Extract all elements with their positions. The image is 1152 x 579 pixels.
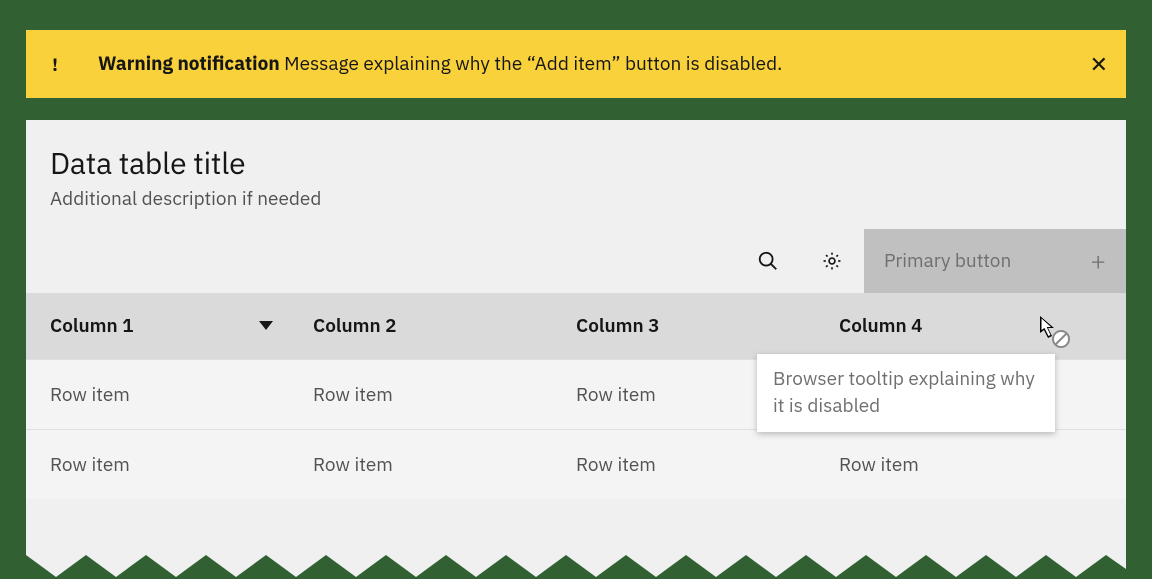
- column-header-1[interactable]: Column 1: [50, 314, 313, 338]
- column-header-label: Column 4: [839, 314, 923, 338]
- page-title: Data table title: [50, 144, 1102, 183]
- column-header-label: Column 3: [576, 314, 660, 338]
- table-row: Row item Row item Row item Row item: [26, 429, 1126, 499]
- gear-icon[interactable]: [800, 229, 864, 293]
- data-table-panel: Data table title Additional description …: [26, 120, 1126, 579]
- primary-button-label: Primary button: [884, 249, 1011, 273]
- plus-icon: +: [1090, 244, 1106, 278]
- table-cell: Row item: [313, 383, 576, 407]
- close-icon[interactable]: ✕: [1090, 50, 1108, 79]
- warning-text: Message explaining why the “Add item” bu…: [284, 52, 782, 76]
- table-header-row: Column 1 Column 2 Column 3 Column 4: [26, 293, 1126, 359]
- table-cell: Row item: [50, 453, 313, 477]
- caret-down-icon: [259, 321, 273, 331]
- table-cell: Row item: [839, 453, 1102, 477]
- primary-button[interactable]: Primary button +: [864, 229, 1126, 293]
- column-header-label: Column 2: [313, 314, 397, 338]
- search-icon[interactable]: [736, 229, 800, 293]
- table-cell: Row item: [50, 383, 313, 407]
- warning-notification: ! Warning notification Message explainin…: [26, 30, 1126, 98]
- page-description: Additional description if needed: [50, 187, 1102, 211]
- warning-icon: !: [44, 53, 66, 76]
- panel-header: Data table title Additional description …: [26, 120, 1126, 229]
- table-cell: Row item: [576, 453, 839, 477]
- column-header-4[interactable]: Column 4: [839, 314, 1102, 338]
- warning-title: Warning notification: [98, 52, 280, 76]
- column-header-3[interactable]: Column 3: [576, 314, 839, 338]
- column-header-2[interactable]: Column 2: [313, 314, 576, 338]
- browser-tooltip: Browser tooltip explaining why it is dis…: [757, 354, 1055, 432]
- ragged-edge-decoration: [26, 543, 1126, 579]
- column-header-label: Column 1: [50, 314, 134, 338]
- table-toolbar: Primary button +: [26, 229, 1126, 293]
- table-cell: Row item: [313, 453, 576, 477]
- warning-message: Warning notification Message explaining …: [98, 52, 1090, 76]
